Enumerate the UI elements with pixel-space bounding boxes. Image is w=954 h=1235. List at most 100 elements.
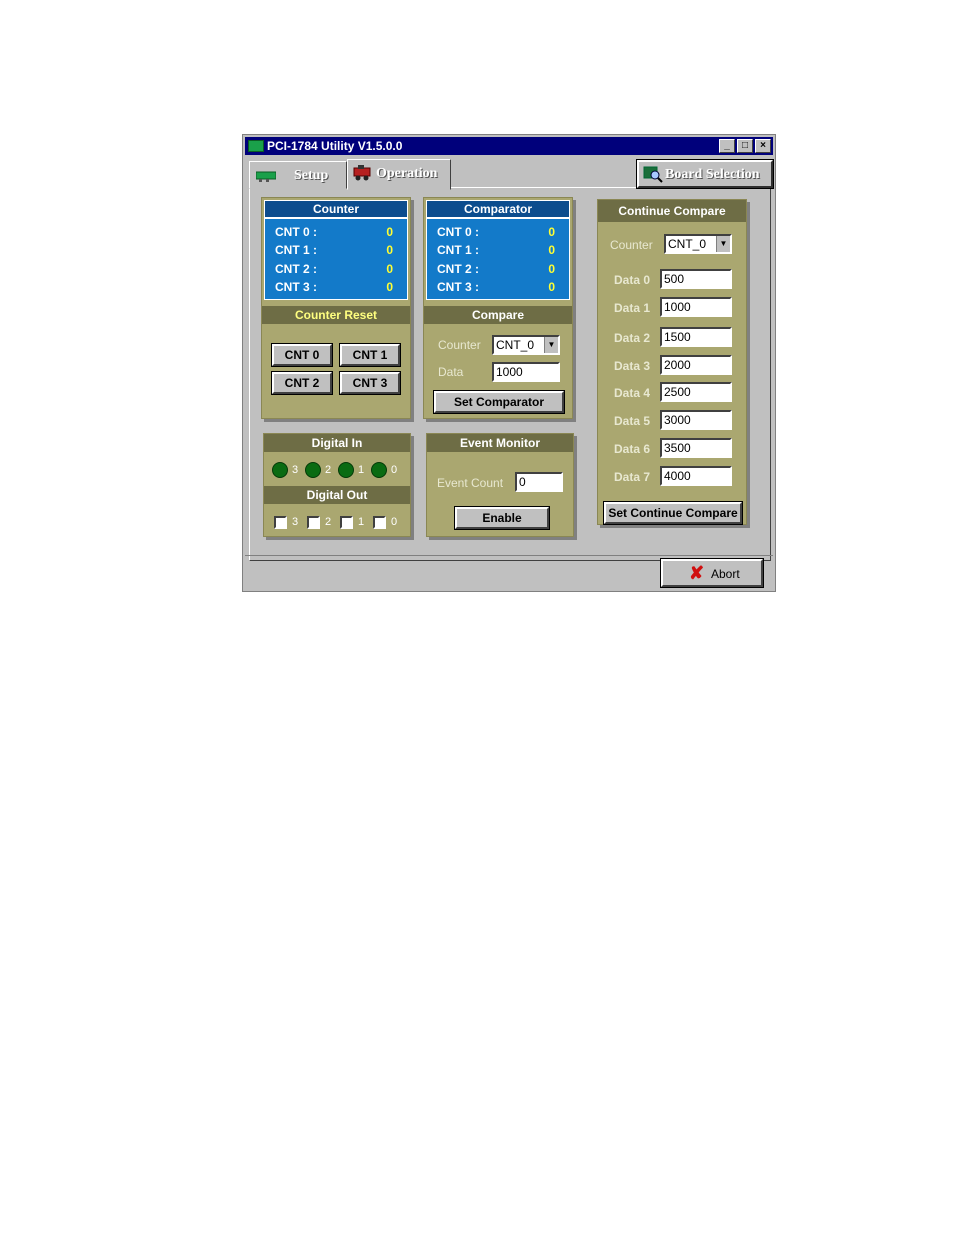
event-count-input[interactable]: 0	[515, 472, 563, 492]
comparator-value: 0	[548, 262, 555, 276]
enable-button[interactable]: Enable	[454, 506, 550, 530]
comparator-row: CNT 3 : 0	[437, 280, 555, 298]
train-icon	[353, 165, 371, 181]
comparator-panel: Comparator CNT 0 : 0 CNT 1 : 0 CNT 2 : 0 CN…	[423, 197, 573, 419]
digital-out-1-checkbox[interactable]	[340, 516, 353, 529]
board-selection-button[interactable]: Board Selection	[636, 159, 774, 189]
tab-operation-label: Operation	[376, 166, 438, 181]
board-search-icon	[643, 166, 663, 183]
digital-out-1-label: 1	[358, 516, 365, 528]
digital-out-2-checkbox[interactable]	[307, 516, 320, 529]
counter-row: CNT 1 : 0	[275, 243, 393, 261]
counter-title: Counter	[264, 200, 408, 218]
counter-row: CNT 3 : 0	[275, 280, 393, 298]
digital-in-0-led	[371, 462, 387, 478]
comparator-name: CNT 0 :	[437, 225, 479, 239]
compare-counter-select[interactable]: CNT_0 ▼	[492, 335, 560, 355]
utility-window: PCI-1784 Utility V1.5.0.0 _ □ × Setup Op…	[242, 134, 776, 592]
continue-counter-value: CNT_0	[668, 237, 707, 251]
digital-io-panel: Digital In 3 2 1 0 Digital Out 3 2 1 0	[263, 433, 411, 537]
chevron-down-icon[interactable]: ▼	[716, 236, 730, 252]
data4-input[interactable]: 2500	[660, 382, 732, 402]
continue-counter-label: Counter	[610, 238, 653, 252]
comparator-row: CNT 2 : 0	[437, 262, 555, 280]
comparator-name: CNT 2 :	[437, 262, 479, 276]
continue-compare-title: Continue Compare	[598, 200, 746, 222]
digital-out-3-checkbox[interactable]	[274, 516, 287, 529]
counter-row: CNT 2 : 0	[275, 262, 393, 280]
counter-value: 0	[386, 225, 393, 239]
comparator-value: 0	[548, 225, 555, 239]
counter-panel: Counter CNT 0 : 0 CNT 1 : 0 CNT 2 : 0 CNT 3…	[261, 197, 411, 419]
comparator-value: 0	[548, 280, 555, 294]
digital-in-3-led	[272, 462, 288, 478]
data4-label: Data 4	[614, 386, 651, 400]
continue-counter-select[interactable]: CNT_0 ▼	[664, 234, 732, 254]
event-monitor-title: Event Monitor	[427, 434, 573, 452]
data5-input[interactable]: 3000	[660, 410, 732, 430]
data3-label: Data 3	[614, 359, 651, 373]
counter-name: CNT 3 :	[275, 280, 317, 294]
data7-label: Data 7	[614, 470, 651, 484]
data3-input[interactable]: 2000	[660, 355, 732, 375]
chevron-down-icon[interactable]: ▼	[544, 337, 558, 353]
compare-data-input[interactable]: 1000	[492, 362, 560, 382]
minimize-button[interactable]: _	[719, 139, 735, 153]
digital-in-0-label: 0	[391, 464, 398, 476]
data6-label: Data 6	[614, 442, 651, 456]
reset-cnt1-button[interactable]: CNT 1	[339, 343, 401, 367]
app-icon	[248, 140, 264, 152]
digital-out-0-checkbox[interactable]	[373, 516, 386, 529]
tab-setup[interactable]: Setup	[249, 161, 347, 189]
comparator-name: CNT 3 :	[437, 280, 479, 294]
maximize-button[interactable]: □	[737, 139, 753, 153]
comparator-value: 0	[548, 243, 555, 257]
set-comparator-button[interactable]: Set Comparator	[433, 390, 565, 414]
continue-compare-panel: Continue Compare Counter CNT_0 ▼ Data 0 …	[597, 199, 747, 525]
board-selection-label: Board Selection	[665, 167, 760, 182]
compare-data-label: Data	[438, 365, 464, 379]
event-monitor-panel: Event Monitor Event Count 0 Enable	[426, 433, 574, 537]
title-bar: PCI-1784 Utility V1.5.0.0 _ □ ×	[245, 137, 773, 155]
counter-name: CNT 2 :	[275, 262, 317, 276]
data0-input[interactable]: 500	[660, 269, 732, 289]
comparator-row: CNT 0 : 0	[437, 225, 555, 243]
reset-cnt3-button[interactable]: CNT 3	[339, 371, 401, 395]
set-continue-compare-button[interactable]: Set Continue Compare	[603, 501, 743, 525]
board-icon	[256, 171, 276, 182]
comparator-row: CNT 1 : 0	[437, 243, 555, 261]
digital-out-title: Digital Out	[264, 486, 410, 504]
event-count-label: Event Count	[437, 476, 504, 490]
data1-input[interactable]: 1000	[660, 297, 732, 317]
counter-value: 0	[386, 280, 393, 294]
counter-name: CNT 1 :	[275, 243, 317, 257]
counter-values: CNT 0 : 0 CNT 1 : 0 CNT 2 : 0 CNT 3 : 0	[264, 218, 408, 300]
compare-title: Compare	[424, 306, 572, 324]
counter-name: CNT 0 :	[275, 225, 317, 239]
digital-in-3-label: 3	[292, 464, 299, 476]
compare-counter-value: CNT_0	[496, 338, 535, 352]
digital-in-1-led	[338, 462, 354, 478]
abort-button[interactable]: ✘ Abort	[660, 558, 764, 588]
counter-row: CNT 0 : 0	[275, 225, 393, 243]
counter-reset-title: Counter Reset	[262, 306, 410, 324]
window-title: PCI-1784 Utility V1.5.0.0	[267, 139, 403, 153]
tab-operation[interactable]: Operation	[347, 159, 451, 190]
data2-label: Data 2	[614, 331, 651, 345]
data2-input[interactable]: 1500	[660, 327, 732, 347]
digital-in-title: Digital In	[264, 434, 410, 452]
reset-cnt0-button[interactable]: CNT 0	[271, 343, 333, 367]
data6-input[interactable]: 3500	[660, 438, 732, 458]
digital-in-2-led	[305, 462, 321, 478]
reset-cnt2-button[interactable]: CNT 2	[271, 371, 333, 395]
digital-out-3-label: 3	[292, 516, 299, 528]
digital-out-2-label: 2	[325, 516, 332, 528]
data0-label: Data 0	[614, 273, 651, 287]
digital-out-0-label: 0	[391, 516, 398, 528]
digital-in-1-label: 1	[358, 464, 365, 476]
compare-counter-label: Counter	[438, 338, 481, 352]
comparator-values: CNT 0 : 0 CNT 1 : 0 CNT 2 : 0 CNT 3 : 0	[426, 218, 570, 300]
abort-label: Abort	[711, 567, 740, 581]
close-button[interactable]: ×	[755, 139, 771, 153]
data7-input[interactable]: 4000	[660, 466, 732, 486]
